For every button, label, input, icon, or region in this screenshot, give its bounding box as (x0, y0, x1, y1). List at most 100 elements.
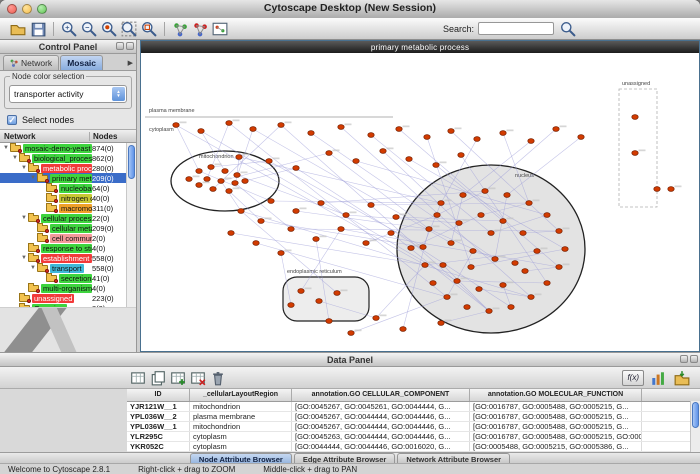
network-node[interactable] (654, 187, 660, 192)
column-header[interactable]: ID (127, 389, 190, 401)
network-node[interactable] (338, 125, 344, 130)
network-node[interactable] (343, 213, 349, 218)
network-node[interactable] (433, 163, 439, 168)
network-node[interactable] (544, 213, 550, 218)
network-node[interactable] (553, 127, 559, 132)
zoom-region-icon[interactable] (141, 21, 157, 37)
column-header[interactable]: annotation.GO MOLECULAR_FUNCTION (470, 389, 642, 401)
network-node[interactable] (444, 295, 450, 300)
network-node[interactable] (448, 129, 454, 134)
network-node[interactable] (520, 231, 526, 236)
network-node[interactable] (448, 241, 454, 246)
network-node[interactable] (338, 227, 344, 232)
bar-chart-icon[interactable] (650, 370, 666, 386)
network-node[interactable] (408, 246, 414, 251)
tree-item-metabolic-process[interactable]: ▼metabolic process280(0) (0, 163, 126, 173)
close-panel-button[interactable] (126, 42, 134, 50)
tree-item-transport[interactable]: ▼transport558(0) (0, 263, 126, 273)
table-cell[interactable]: [GO:0045263, GO:0044444, GO:0044446, G..… (292, 432, 470, 441)
network-node[interactable] (308, 131, 314, 136)
network-node[interactable] (353, 159, 359, 164)
function-builder-button[interactable]: f(x) (622, 370, 644, 386)
network-node[interactable] (293, 209, 299, 214)
network-node[interactable] (266, 159, 272, 164)
network-node[interactable] (474, 137, 480, 142)
window-titlebar[interactable]: Cytoscape Desktop (New Session) (0, 0, 700, 19)
table-cell[interactable]: YPL036W__1 (127, 422, 190, 431)
network-node[interactable] (278, 123, 284, 128)
network-node[interactable] (476, 287, 482, 292)
network-node[interactable] (226, 189, 232, 194)
network-node[interactable] (562, 247, 568, 252)
network-node[interactable] (486, 309, 492, 314)
column-header[interactable]: annotation.GO CELLULAR_COMPONENT (292, 389, 470, 401)
table-cell[interactable]: [GO:0016787, GO:0005488, GO:0005215, G..… (470, 422, 642, 431)
search-input[interactable] (478, 22, 554, 35)
network-node[interactable] (534, 249, 540, 254)
network-node[interactable] (173, 123, 179, 128)
network-node[interactable] (512, 261, 518, 266)
copy-table-icon[interactable] (150, 370, 166, 386)
network-node[interactable] (422, 263, 428, 268)
network-node[interactable] (522, 269, 528, 274)
table-row[interactable]: YKR052Ccytoplasm[GO:0044444, GO:0044446,… (127, 442, 700, 452)
network-node[interactable] (504, 193, 510, 198)
network-node[interactable] (470, 249, 476, 254)
tree-item-multi-organism-pro[interactable]: multi-organism pro...4(0) (0, 283, 126, 293)
network-node[interactable] (396, 127, 402, 132)
table-cell[interactable]: [GO:0045267, GO:0044444, GO:0044446, G..… (292, 422, 470, 431)
network-node[interactable] (234, 173, 240, 178)
network-node[interactable] (556, 265, 562, 270)
table-cell[interactable]: [GO:0016787, GO:0005488, GO:0005215, G..… (470, 412, 642, 421)
tree-item-cellular-metabo[interactable]: cellular metabo...209(0) (0, 223, 126, 233)
network-node[interactable] (406, 157, 412, 162)
network-node[interactable] (268, 199, 274, 204)
expand-toggle-icon[interactable]: ▼ (11, 153, 19, 163)
tree-item-response-to-stimul[interactable]: response to stimul...4(0) (0, 243, 126, 253)
float-panel-button[interactable] (680, 355, 688, 363)
network-node[interactable] (334, 291, 340, 296)
network-node[interactable] (380, 149, 386, 154)
select-attributes-icon[interactable] (130, 370, 146, 386)
network-node[interactable] (258, 219, 264, 224)
table-scrollbar[interactable] (690, 401, 700, 452)
network-node[interactable] (288, 303, 294, 308)
network-node[interactable] (478, 213, 484, 218)
network-node[interactable] (196, 183, 202, 188)
network-node[interactable] (368, 133, 374, 138)
network-node[interactable] (528, 295, 534, 300)
network-node[interactable] (232, 181, 238, 186)
network-node[interactable] (298, 289, 304, 294)
table-cell[interactable]: plasma membrane (190, 412, 292, 421)
table-cell[interactable]: cytoplasm (190, 432, 292, 441)
network-node[interactable] (250, 127, 256, 132)
table-row[interactable]: YLR295Ccytoplasm[GO:0045263, GO:0044444,… (127, 432, 700, 442)
table-cell[interactable]: mitochondrion (190, 402, 292, 411)
tree-scrollbar-thumb[interactable] (128, 145, 135, 179)
network-node[interactable] (204, 177, 210, 182)
new-attribute-icon[interactable] (170, 370, 186, 386)
expand-toggle-icon[interactable]: ▼ (20, 163, 28, 173)
tree-item-biological-process[interactable]: ▼biological_process862(0) (0, 153, 126, 163)
network-node[interactable] (426, 227, 432, 232)
network-node[interactable] (186, 177, 192, 182)
network-node[interactable] (238, 209, 244, 214)
table-cell[interactable]: YJR121W__1 (127, 402, 190, 411)
column-header[interactable]: _cellularLayoutRegion (190, 389, 292, 401)
table-cell[interactable]: [GO:0044444, GO:0044446, GO:0016020, G..… (292, 442, 470, 451)
network-node[interactable] (464, 305, 470, 310)
network-node[interactable] (508, 305, 514, 310)
table-scrollbar-thumb[interactable] (692, 402, 699, 428)
network-node[interactable] (492, 257, 498, 262)
tree-item-secretion[interactable]: secretion41(0) (0, 273, 126, 283)
tree-item-unassigned[interactable]: unassigned223(0) (0, 293, 126, 303)
network-node[interactable] (228, 231, 234, 236)
delete-attribute-icon[interactable] (190, 370, 206, 386)
network-node[interactable] (434, 213, 440, 218)
table-cell[interactable]: YLR295C (127, 432, 190, 441)
network-node[interactable] (278, 251, 284, 256)
network-node[interactable] (218, 179, 224, 184)
tree-item-macromolecule[interactable]: macromolecule...311(0) (0, 203, 126, 213)
tree-item-nitrogen-compo[interactable]: nitrogen compo...40(0) (0, 193, 126, 203)
table-row[interactable]: YPL036W__1mitochondrion[GO:0045267, GO:0… (127, 422, 700, 432)
